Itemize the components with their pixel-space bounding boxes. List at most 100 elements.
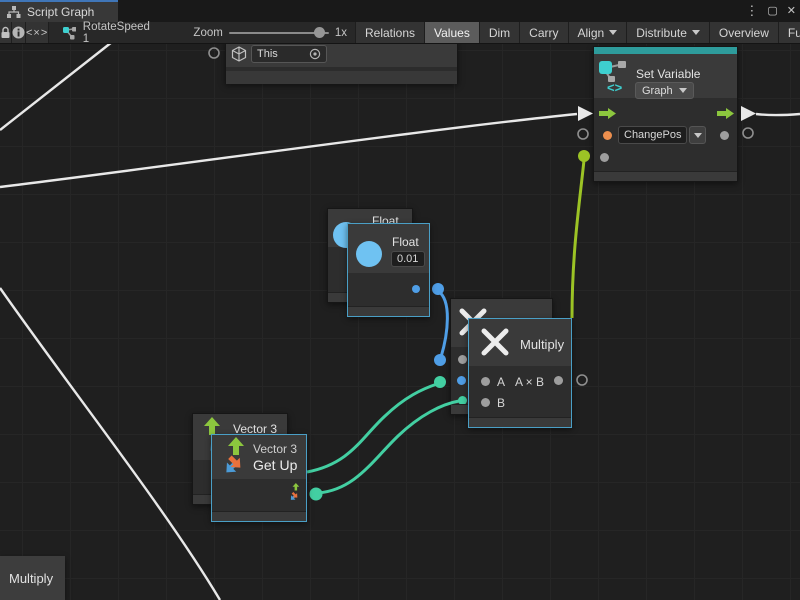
- zoom-slider[interactable]: [229, 32, 329, 34]
- variable-value-port[interactable]: [600, 153, 609, 162]
- edit-script-button[interactable]: <×>: [26, 22, 49, 43]
- target-picker-icon[interactable]: [309, 48, 321, 60]
- wire-flow-out[interactable]: [756, 114, 800, 115]
- tab-script-graph[interactable]: Script Graph: [0, 0, 118, 22]
- vector3-icon: [218, 437, 258, 479]
- window-controls: ⋮ ▢ ✕: [745, 0, 796, 22]
- variable-scope-dropdown[interactable]: Graph: [635, 82, 694, 99]
- float-value: 0.01: [397, 253, 418, 265]
- float-footer: [348, 306, 429, 316]
- multiply-title: Multiply: [520, 337, 564, 352]
- free-port-setvariable-right[interactable]: [743, 128, 753, 138]
- multiply-input-b-label: B: [497, 396, 505, 410]
- info-icon: [12, 26, 25, 39]
- float-output-port[interactable]: [412, 285, 420, 293]
- wire-endpoint-lime[interactable]: [578, 150, 590, 162]
- carry-button[interactable]: Carry: [519, 22, 567, 43]
- fullscreen-button[interactable]: Full Screen: [778, 22, 800, 43]
- graph-canvas[interactable]: This <>: [0, 0, 800, 600]
- free-port-this-left[interactable]: [209, 48, 219, 58]
- variable-name-dropdown-button[interactable]: [689, 126, 706, 144]
- free-port-multiply-output[interactable]: [577, 375, 587, 385]
- fullscreen-label: Full Screen: [788, 26, 800, 40]
- set-variable-node[interactable]: <> Set Variable Graph ChangePos: [593, 46, 738, 182]
- multiply-back-port-a[interactable]: [458, 355, 467, 364]
- this-node[interactable]: This: [225, 40, 458, 84]
- dim-button[interactable]: Dim: [479, 22, 519, 43]
- tab-title: Script Graph: [27, 5, 94, 19]
- wire-teal-vector3-to-multiply-2[interactable]: [318, 401, 459, 493]
- flow-arrowhead-in: [578, 106, 593, 121]
- wire-blue-float-to-multiply[interactable]: [438, 291, 447, 357]
- dim-label: Dim: [489, 26, 510, 40]
- wire-endpoint-blue-start[interactable]: [432, 283, 444, 295]
- variable-output-port[interactable]: [720, 131, 729, 140]
- vector3-output-icon: [286, 483, 304, 502]
- info-button[interactable]: [12, 22, 26, 43]
- flow-input-arrow-icon[interactable]: [599, 108, 616, 119]
- variable-name-value: ChangePos: [624, 129, 682, 141]
- close-icon[interactable]: ✕: [787, 0, 796, 22]
- corner-multiply-node[interactable]: Multiply: [0, 556, 65, 600]
- zoom-value: 1x: [335, 27, 347, 39]
- overview-button[interactable]: Overview: [709, 22, 778, 43]
- wire-endpoint-teal-1[interactable]: [434, 376, 446, 388]
- align-label: Align: [578, 26, 605, 40]
- graph-toolbar: <×> RotateSpeed 1 Zoom 1x Relations Valu…: [0, 22, 800, 44]
- zoom-slider-handle[interactable]: [314, 27, 325, 38]
- this-node-body: [226, 71, 457, 84]
- this-node-header: This: [226, 41, 457, 67]
- graph-breadcrumb[interactable]: RotateSpeed 1: [49, 22, 161, 43]
- wire-endpoint-blue-end[interactable]: [434, 354, 446, 366]
- multiply-output-port[interactable]: [554, 376, 563, 385]
- vector3-header: Vector 3 Get Up: [212, 435, 306, 479]
- wire-teal-vector3-to-multiply-1[interactable]: [307, 384, 437, 472]
- wire-flow-topleft[interactable]: [0, 42, 112, 130]
- carry-label: Carry: [529, 26, 558, 40]
- cube-icon: [231, 46, 247, 62]
- vector3-title: Vector 3: [253, 442, 297, 456]
- chevron-down-icon: [679, 88, 687, 93]
- chevron-down-icon: [692, 30, 700, 35]
- this-object-field[interactable]: This: [251, 45, 327, 63]
- multiply-back-port-connected-blue[interactable]: [457, 376, 466, 385]
- values-button[interactable]: Values: [424, 22, 479, 43]
- overview-label: Overview: [719, 26, 769, 40]
- float-header: Float 0.01: [348, 224, 429, 273]
- vector3-footer: [212, 511, 306, 521]
- free-port-setvariable-left[interactable]: [578, 129, 588, 139]
- vector3-operation-label: Get Up: [253, 457, 297, 473]
- unity-script-graph-window: This <>: [0, 0, 800, 600]
- wire-lime-multiply-to-setvariable[interactable]: [572, 160, 584, 318]
- multiply-input-b-port[interactable]: [481, 398, 490, 407]
- lock-icon: [0, 26, 11, 39]
- wire-endpoint-teal-2[interactable]: [310, 488, 323, 501]
- align-dropdown[interactable]: Align: [568, 22, 627, 43]
- distribute-dropdown[interactable]: Distribute: [626, 22, 709, 43]
- menu-icon[interactable]: ⋮: [745, 0, 758, 22]
- zoom-label: Zoom: [193, 27, 222, 39]
- lock-button[interactable]: [0, 22, 12, 43]
- float-icon: [356, 241, 382, 267]
- svg-text:<>: <>: [607, 80, 623, 93]
- wire-flow-in[interactable]: [0, 114, 577, 187]
- multiply-node[interactable]: Multiply A A × B B: [468, 318, 572, 428]
- code-icon: <×>: [26, 27, 48, 39]
- distribute-label: Distribute: [636, 26, 687, 40]
- set-variable-title: Set Variable: [636, 67, 700, 81]
- wire-flow-diagonal[interactable]: [0, 288, 220, 600]
- multiply-input-a-port[interactable]: [481, 377, 490, 386]
- this-field-value: This: [257, 48, 278, 60]
- variable-name-field[interactable]: ChangePos: [618, 126, 687, 144]
- flow-output-arrow-icon[interactable]: [717, 108, 734, 119]
- multiply-icon: [478, 325, 512, 359]
- vector3-get-up-node[interactable]: Vector 3 Get Up: [211, 434, 307, 522]
- variable-name-port[interactable]: [603, 131, 612, 140]
- float-value-field[interactable]: 0.01: [391, 251, 425, 267]
- multiply-footer: [469, 417, 571, 427]
- multiply-output-label: A × B: [515, 375, 544, 389]
- float-node[interactable]: Float 0.01: [347, 223, 430, 317]
- maximize-icon[interactable]: ▢: [767, 0, 777, 22]
- relations-label: Relations: [365, 26, 415, 40]
- relations-button[interactable]: Relations: [355, 22, 424, 43]
